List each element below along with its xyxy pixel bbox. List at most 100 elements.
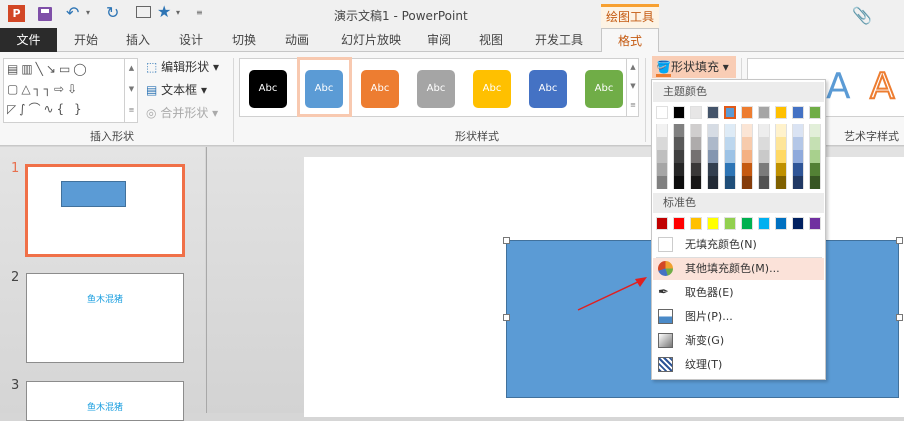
theme-shade-swatch[interactable]: [656, 150, 668, 163]
theme-shade-swatch[interactable]: [758, 150, 770, 163]
shape-style-sample[interactable]: Abc: [529, 70, 567, 108]
shape-style-sample[interactable]: Abc: [305, 70, 343, 108]
standard-color-swatch[interactable]: [758, 217, 770, 230]
theme-color-swatch[interactable]: [690, 106, 702, 119]
slide-thumbnail-1[interactable]: [25, 164, 185, 257]
theme-color-swatch[interactable]: [758, 106, 770, 119]
shapes-gallery-scroll[interactable]: ▲ ▼ ≡: [124, 58, 138, 123]
theme-shade-swatch[interactable]: [792, 124, 804, 137]
theme-shade-swatch[interactable]: [656, 176, 668, 189]
theme-shade-swatch[interactable]: [792, 163, 804, 176]
theme-shade-swatch[interactable]: [741, 137, 753, 150]
shape-style-sample[interactable]: Abc: [473, 70, 511, 108]
save-icon[interactable]: [38, 7, 52, 21]
theme-shade-swatch[interactable]: [758, 137, 770, 150]
theme-shade-swatch[interactable]: [775, 163, 787, 176]
theme-color-swatch[interactable]: [809, 106, 821, 119]
tab-view[interactable]: 视图: [471, 28, 511, 52]
standard-color-swatch[interactable]: [775, 217, 787, 230]
theme-shade-swatch[interactable]: [741, 150, 753, 163]
theme-shade-swatch[interactable]: [656, 137, 668, 150]
shape-style-sample[interactable]: Abc: [417, 70, 455, 108]
star-dropdown-icon[interactable]: ▾: [176, 8, 180, 17]
shape-fill-button[interactable]: 🪣形状填充 ▾: [652, 56, 736, 78]
theme-shade-swatch[interactable]: [724, 176, 736, 189]
standard-color-swatch[interactable]: [724, 217, 736, 230]
theme-shade-swatch[interactable]: [724, 150, 736, 163]
resize-handle[interactable]: [896, 237, 903, 244]
edit-shape-button[interactable]: ⬚ 编辑形状 ▾: [146, 58, 219, 75]
theme-shade-swatch[interactable]: [741, 163, 753, 176]
tab-file[interactable]: 文件: [0, 28, 57, 52]
resize-handle[interactable]: [503, 237, 510, 244]
theme-shade-swatch[interactable]: [792, 150, 804, 163]
theme-color-swatch[interactable]: [724, 106, 736, 119]
theme-shade-swatch[interactable]: [707, 150, 719, 163]
theme-shade-swatch[interactable]: [656, 163, 668, 176]
theme-shade-swatch[interactable]: [673, 150, 685, 163]
tab-review[interactable]: 审阅: [419, 28, 459, 52]
theme-color-swatch[interactable]: [775, 106, 787, 119]
theme-shade-swatch[interactable]: [741, 176, 753, 189]
shape-styles-scroll[interactable]: ▲ ▼ ≡: [626, 58, 639, 117]
undo-icon[interactable]: ↶: [66, 3, 79, 22]
theme-shade-swatch[interactable]: [690, 163, 702, 176]
tab-developer[interactable]: 开发工具: [528, 28, 590, 52]
theme-shade-swatch[interactable]: [792, 176, 804, 189]
standard-color-swatch[interactable]: [707, 217, 719, 230]
customize-qat-icon[interactable]: ≡: [196, 8, 203, 17]
standard-color-swatch[interactable]: [741, 217, 753, 230]
redo-icon[interactable]: ↻: [106, 3, 119, 22]
resize-handle[interactable]: [896, 314, 903, 321]
tab-design[interactable]: 设计: [171, 28, 211, 52]
theme-shade-swatch[interactable]: [809, 124, 821, 137]
theme-shade-swatch[interactable]: [809, 176, 821, 189]
standard-color-swatch[interactable]: [656, 217, 668, 230]
no-fill-item[interactable]: 无填充颜色(N): [653, 234, 824, 256]
theme-shade-swatch[interactable]: [758, 176, 770, 189]
slide-thumbnail-3[interactable]: 鱼木混猪: [26, 381, 184, 421]
theme-shade-swatch[interactable]: [741, 124, 753, 137]
theme-shade-swatch[interactable]: [775, 124, 787, 137]
star-icon[interactable]: ★: [157, 2, 171, 21]
theme-shade-swatch[interactable]: [775, 137, 787, 150]
slideshow-icon[interactable]: [136, 6, 151, 18]
theme-color-swatch[interactable]: [707, 106, 719, 119]
theme-shade-swatch[interactable]: [690, 124, 702, 137]
theme-shade-swatch[interactable]: [673, 176, 685, 189]
theme-shade-swatch[interactable]: [724, 137, 736, 150]
theme-shade-swatch[interactable]: [690, 150, 702, 163]
text-box-button[interactable]: ▤ 文本框 ▾: [146, 81, 207, 98]
more-fill-colors-item[interactable]: 其他填充颜色(M)...: [653, 258, 824, 280]
theme-shade-swatch[interactable]: [656, 124, 668, 137]
standard-color-swatch[interactable]: [792, 217, 804, 230]
theme-shade-swatch[interactable]: [707, 124, 719, 137]
theme-shade-swatch[interactable]: [792, 137, 804, 150]
theme-shade-swatch[interactable]: [707, 176, 719, 189]
picture-item[interactable]: 图片(P)...: [653, 306, 824, 328]
theme-shade-swatch[interactable]: [775, 150, 787, 163]
wordart-sample-blue[interactable]: A: [826, 66, 851, 107]
theme-shade-swatch[interactable]: [690, 176, 702, 189]
shape-style-sample[interactable]: Abc: [585, 70, 623, 108]
theme-shade-swatch[interactable]: [809, 150, 821, 163]
tab-insert[interactable]: 插入: [118, 28, 158, 52]
theme-shade-swatch[interactable]: [724, 124, 736, 137]
theme-shade-swatch[interactable]: [758, 124, 770, 137]
theme-shade-swatch[interactable]: [690, 137, 702, 150]
resize-handle[interactable]: [503, 314, 510, 321]
theme-shade-swatch[interactable]: [809, 163, 821, 176]
standard-color-swatch[interactable]: [809, 217, 821, 230]
tab-slideshow[interactable]: 幻灯片放映: [335, 28, 407, 52]
slide-thumbnail-2[interactable]: 鱼木混猪: [26, 273, 184, 363]
theme-color-swatch[interactable]: [673, 106, 685, 119]
tab-transitions[interactable]: 切换: [224, 28, 264, 52]
shape-style-sample[interactable]: Abc: [361, 70, 399, 108]
standard-color-swatch[interactable]: [690, 217, 702, 230]
theme-color-swatch[interactable]: [656, 106, 668, 119]
theme-shade-swatch[interactable]: [758, 163, 770, 176]
tab-format[interactable]: 格式: [601, 28, 659, 53]
theme-shade-swatch[interactable]: [673, 124, 685, 137]
slide-thumbnail-pane[interactable]: 1 2 鱼木混猪 3 鱼木混猪: [0, 147, 205, 421]
wordart-sample-orange[interactable]: A: [869, 65, 896, 108]
